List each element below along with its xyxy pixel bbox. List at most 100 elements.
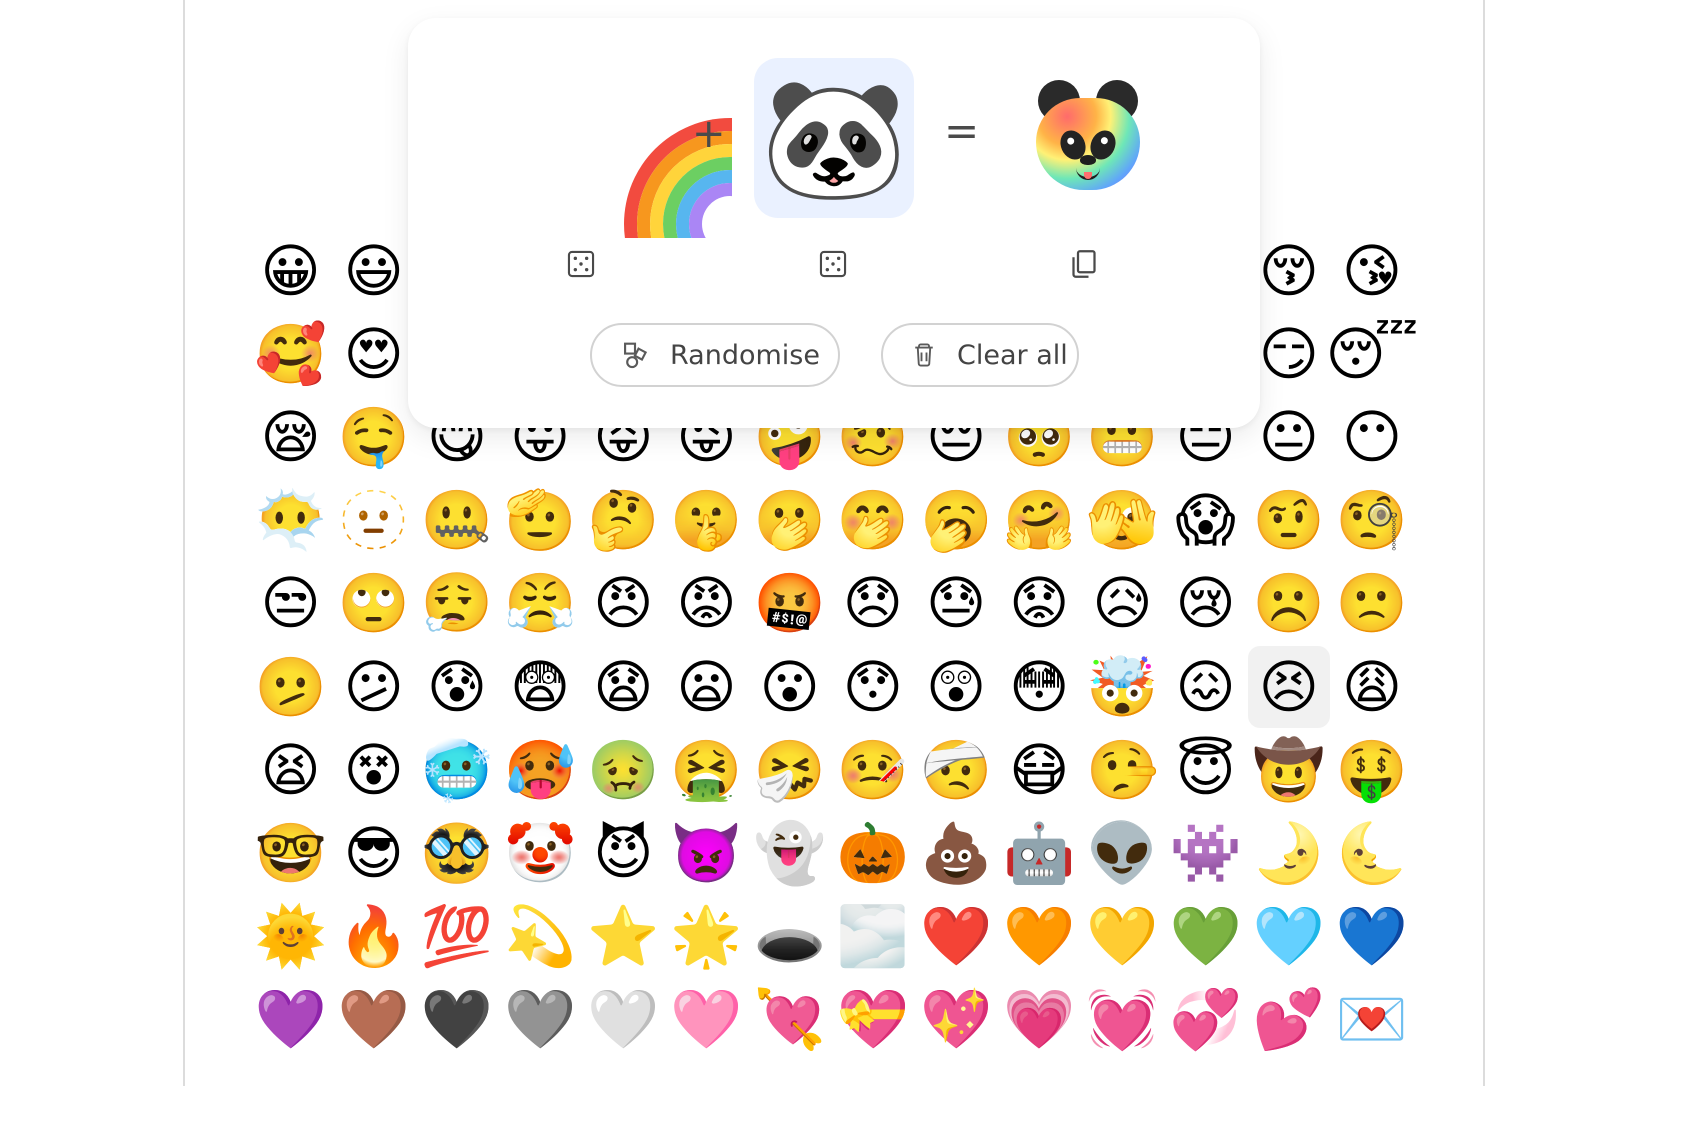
emoji-option[interactable]: 😏 — [1248, 313, 1330, 395]
emoji-option[interactable]: 💫 — [499, 895, 581, 977]
emoji-option[interactable]: 🩵 — [1248, 895, 1330, 977]
emoji-option[interactable]: 🥰 — [250, 313, 332, 395]
emoji-option[interactable]: 💓 — [1081, 978, 1163, 1060]
emoji-option[interactable]: 😵 — [333, 729, 415, 811]
emoji-option[interactable]: 💝 — [832, 978, 914, 1060]
result-emoji-slot[interactable] — [1006, 58, 1166, 218]
emoji-option[interactable]: 😕 — [333, 646, 415, 728]
emoji-option[interactable]: 💜 — [250, 978, 332, 1060]
emoji-option[interactable]: 😴 — [1326, 313, 1419, 395]
emoji-option[interactable]: 😮 — [749, 646, 831, 728]
emoji-option[interactable]: 😡 — [666, 562, 748, 644]
emoji-option[interactable]: 🤎 — [333, 978, 415, 1060]
emoji-option[interactable]: 💕 — [1248, 978, 1330, 1060]
emoji-option[interactable]: 🤭 — [832, 479, 914, 561]
emoji-option[interactable]: 😲 — [915, 646, 997, 728]
emoji-option[interactable]: 😫 — [250, 729, 332, 811]
emoji-option[interactable]: 🔥 — [333, 895, 415, 977]
emoji-option[interactable]: 😞 — [832, 562, 914, 644]
emoji-option[interactable]: 😧 — [582, 646, 664, 728]
copy-icon[interactable] — [1064, 244, 1104, 284]
emoji-option[interactable]: 😱 — [1165, 479, 1247, 561]
emoji-option[interactable]: 🤡 — [499, 812, 581, 894]
emoji-option[interactable]: 🤍 — [582, 978, 664, 1060]
emoji-option[interactable]: 😰 — [416, 646, 498, 728]
emoji-option[interactable]: 🌟 — [666, 895, 748, 977]
emoji-option[interactable]: 🙁 — [1331, 562, 1413, 644]
emoji-option[interactable]: 😶‍🌫️ — [250, 479, 332, 561]
emoji-option[interactable]: 🥶 — [416, 729, 498, 811]
emoji-option[interactable]: 🥵 — [499, 729, 581, 811]
dice-icon[interactable] — [561, 244, 601, 284]
emoji-option[interactable]: 💗 — [998, 978, 1080, 1060]
emoji-option[interactable]: 🤒 — [832, 729, 914, 811]
clear-all-button[interactable]: Clear all — [881, 323, 1079, 387]
emoji-option[interactable]: 🤑 — [1331, 729, 1413, 811]
emoji-option[interactable]: 👿 — [666, 812, 748, 894]
emoji-option[interactable]: 😀 — [250, 230, 332, 312]
emoji-option[interactable]: 😓 — [915, 562, 997, 644]
emoji-option[interactable]: 🫤 — [250, 646, 332, 728]
emoji-option[interactable]: 💩 — [915, 812, 997, 894]
emoji-option[interactable]: 🙄 — [333, 562, 415, 644]
emoji-option[interactable]: 😤 — [499, 562, 581, 644]
emoji-option[interactable]: 😣 — [1247, 645, 1330, 728]
emoji-option[interactable]: 🎃 — [832, 812, 914, 894]
emoji-option[interactable]: 💌 — [1331, 978, 1413, 1060]
dice-icon[interactable] — [813, 244, 853, 284]
emoji-option[interactable]: 🤨 — [1248, 479, 1330, 561]
emoji-option[interactable]: ❤️ — [915, 895, 997, 977]
emoji-option[interactable]: 🥸 — [416, 812, 498, 894]
emoji-option[interactable]: 😯 — [832, 646, 914, 728]
emoji-option[interactable]: 😈 — [582, 812, 664, 894]
right-emoji-slot[interactable]: 🐼 — [754, 58, 914, 218]
emoji-option[interactable]: 💖 — [915, 978, 997, 1060]
emoji-option[interactable]: 😒 — [250, 562, 332, 644]
emoji-option[interactable]: 🫥 — [333, 479, 415, 561]
emoji-option[interactable]: 🤗 — [998, 479, 1080, 561]
emoji-option[interactable]: 😷 — [998, 729, 1080, 811]
emoji-option[interactable]: 🤫 — [666, 479, 748, 561]
emoji-option[interactable]: 😇 — [1165, 729, 1247, 811]
emoji-option[interactable]: 🩶 — [499, 978, 581, 1060]
emoji-option[interactable]: 🥱 — [915, 479, 997, 561]
emoji-option[interactable]: 😩 — [1331, 646, 1413, 728]
emoji-option[interactable]: 🤕 — [915, 729, 997, 811]
emoji-option[interactable]: 🤯 — [1081, 646, 1163, 728]
emoji-option[interactable]: 🤤 — [333, 396, 415, 478]
emoji-option[interactable]: 💞 — [1165, 978, 1247, 1060]
emoji-option[interactable]: 💛 — [1081, 895, 1163, 977]
emoji-option[interactable]: 💙 — [1331, 895, 1413, 977]
emoji-option[interactable]: 😳 — [998, 646, 1080, 728]
emoji-option[interactable]: 😶 — [1331, 396, 1413, 478]
emoji-option[interactable]: 🤮 — [666, 729, 748, 811]
emoji-option[interactable]: ⭐ — [582, 895, 664, 977]
emoji-option[interactable]: 🩷 — [666, 978, 748, 1060]
emoji-option[interactable]: 🫡 — [499, 479, 581, 561]
emoji-option[interactable]: 😍 — [333, 313, 415, 395]
emoji-option[interactable]: 🌛 — [1248, 812, 1330, 894]
emoji-option[interactable]: 💚 — [1165, 895, 1247, 977]
emoji-option[interactable]: 👽 — [1081, 812, 1163, 894]
emoji-option[interactable]: 🤐 — [416, 479, 498, 561]
emoji-option[interactable]: 🕳️ — [749, 895, 831, 977]
emoji-option[interactable]: 😢 — [1165, 562, 1247, 644]
emoji-option[interactable]: 💘 — [749, 978, 831, 1060]
emoji-option[interactable]: 🫢 — [749, 479, 831, 561]
emoji-option[interactable]: 🤧 — [749, 729, 831, 811]
emoji-option[interactable]: 😪 — [250, 396, 332, 478]
emoji-option[interactable]: ☹️ — [1248, 562, 1330, 644]
emoji-option[interactable]: 🫣 — [1081, 479, 1163, 561]
emoji-option[interactable]: 😥 — [1081, 562, 1163, 644]
emoji-option[interactable]: 🤠 — [1248, 729, 1330, 811]
emoji-option[interactable]: 🧐 — [1331, 479, 1413, 561]
emoji-option[interactable]: 🤓 — [250, 812, 332, 894]
emoji-option[interactable]: 👻 — [749, 812, 831, 894]
emoji-option[interactable]: 😐 — [1248, 396, 1330, 478]
emoji-option[interactable]: 😚 — [1248, 230, 1330, 312]
emoji-option[interactable]: 🌞 — [250, 895, 332, 977]
randomise-button[interactable]: Randomise — [590, 323, 840, 387]
emoji-option[interactable]: 😨 — [499, 646, 581, 728]
emoji-option[interactable]: 😎 — [333, 812, 415, 894]
emoji-option[interactable]: 🖤 — [416, 978, 498, 1060]
